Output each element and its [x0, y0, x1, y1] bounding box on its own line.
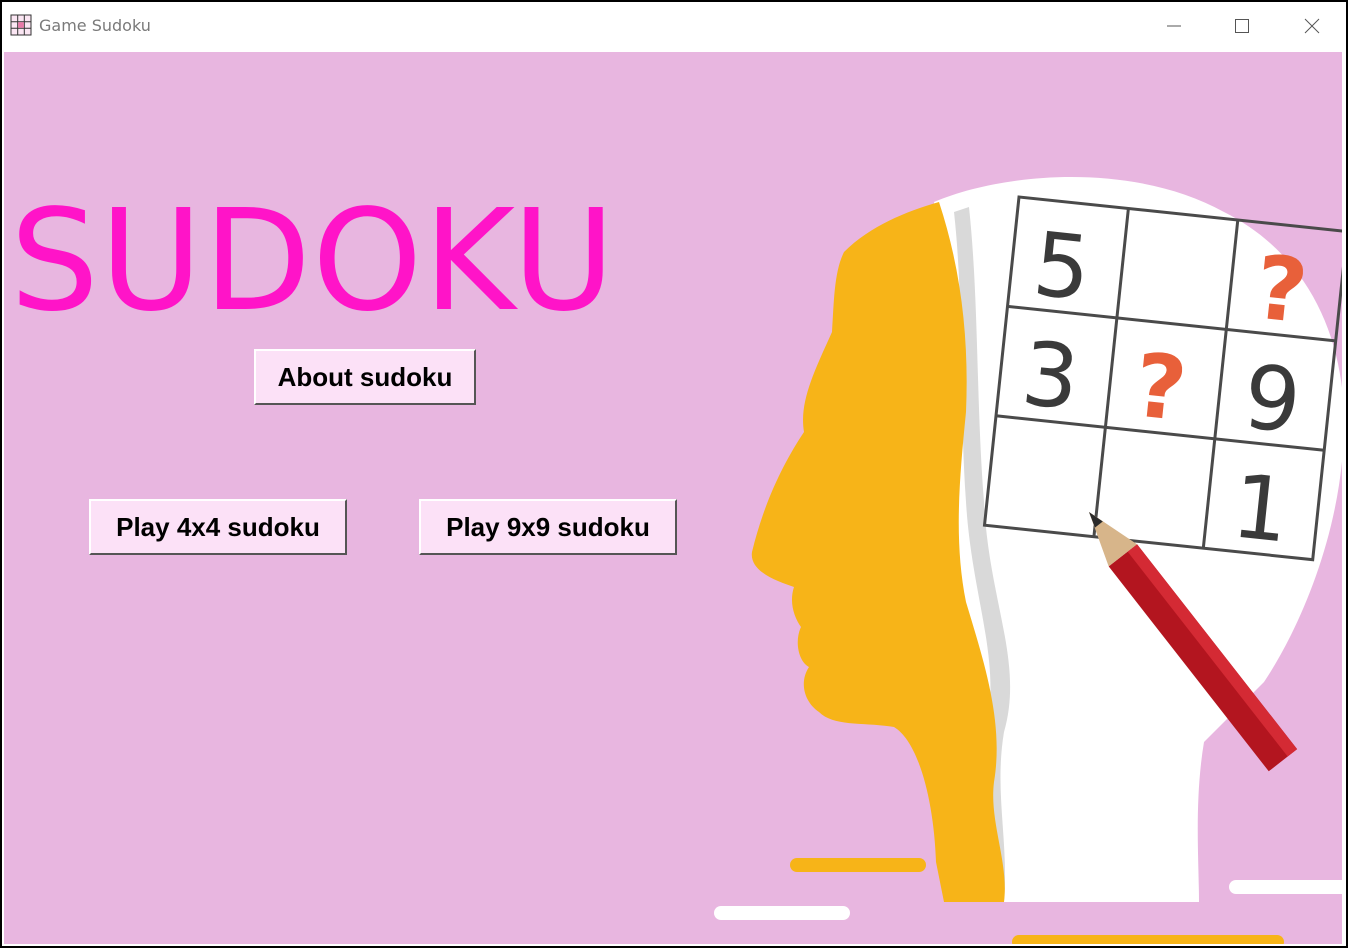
play-4x4-button[interactable]: Play 4x4 sudoku	[89, 499, 347, 555]
sudoku-logo-title: SUDOKU	[10, 180, 616, 343]
maximize-icon	[1235, 19, 1249, 33]
minimize-button[interactable]	[1140, 2, 1208, 50]
grid-question-1: ?	[1251, 236, 1313, 344]
head-sudoku-illustration: 5 ? 3 ? 9 1	[714, 177, 1342, 944]
sudoku-grid-icon	[10, 14, 32, 36]
main-panel: SUDOKU About sudoku Play 4x4 sudoku Play…	[4, 52, 1342, 944]
about-sudoku-button[interactable]: About sudoku	[254, 349, 476, 405]
grid-question-2: ?	[1130, 333, 1192, 441]
grid-digit-5: 5	[1029, 212, 1095, 320]
maximize-button[interactable]	[1208, 2, 1276, 50]
window-title: Game Sudoku	[39, 16, 151, 35]
title-bar[interactable]: Game Sudoku	[2, 2, 1346, 50]
yellow-stripe-bottom	[1012, 935, 1284, 944]
grid-digit-9: 9	[1239, 345, 1305, 453]
play-9x9-button[interactable]: Play 9x9 sudoku	[419, 499, 677, 555]
app-window: Game Sudoku SUDOKU About sudoku Play 4x4…	[0, 0, 1348, 948]
grid-digit-3: 3	[1017, 322, 1083, 430]
close-icon	[1304, 18, 1320, 34]
white-stripe-right	[1229, 880, 1342, 894]
close-button[interactable]	[1278, 2, 1346, 50]
grid-digit-1: 1	[1228, 454, 1294, 562]
yellow-stripe-left	[790, 858, 926, 872]
white-stripe-left	[714, 906, 850, 920]
minimize-icon	[1167, 25, 1181, 27]
